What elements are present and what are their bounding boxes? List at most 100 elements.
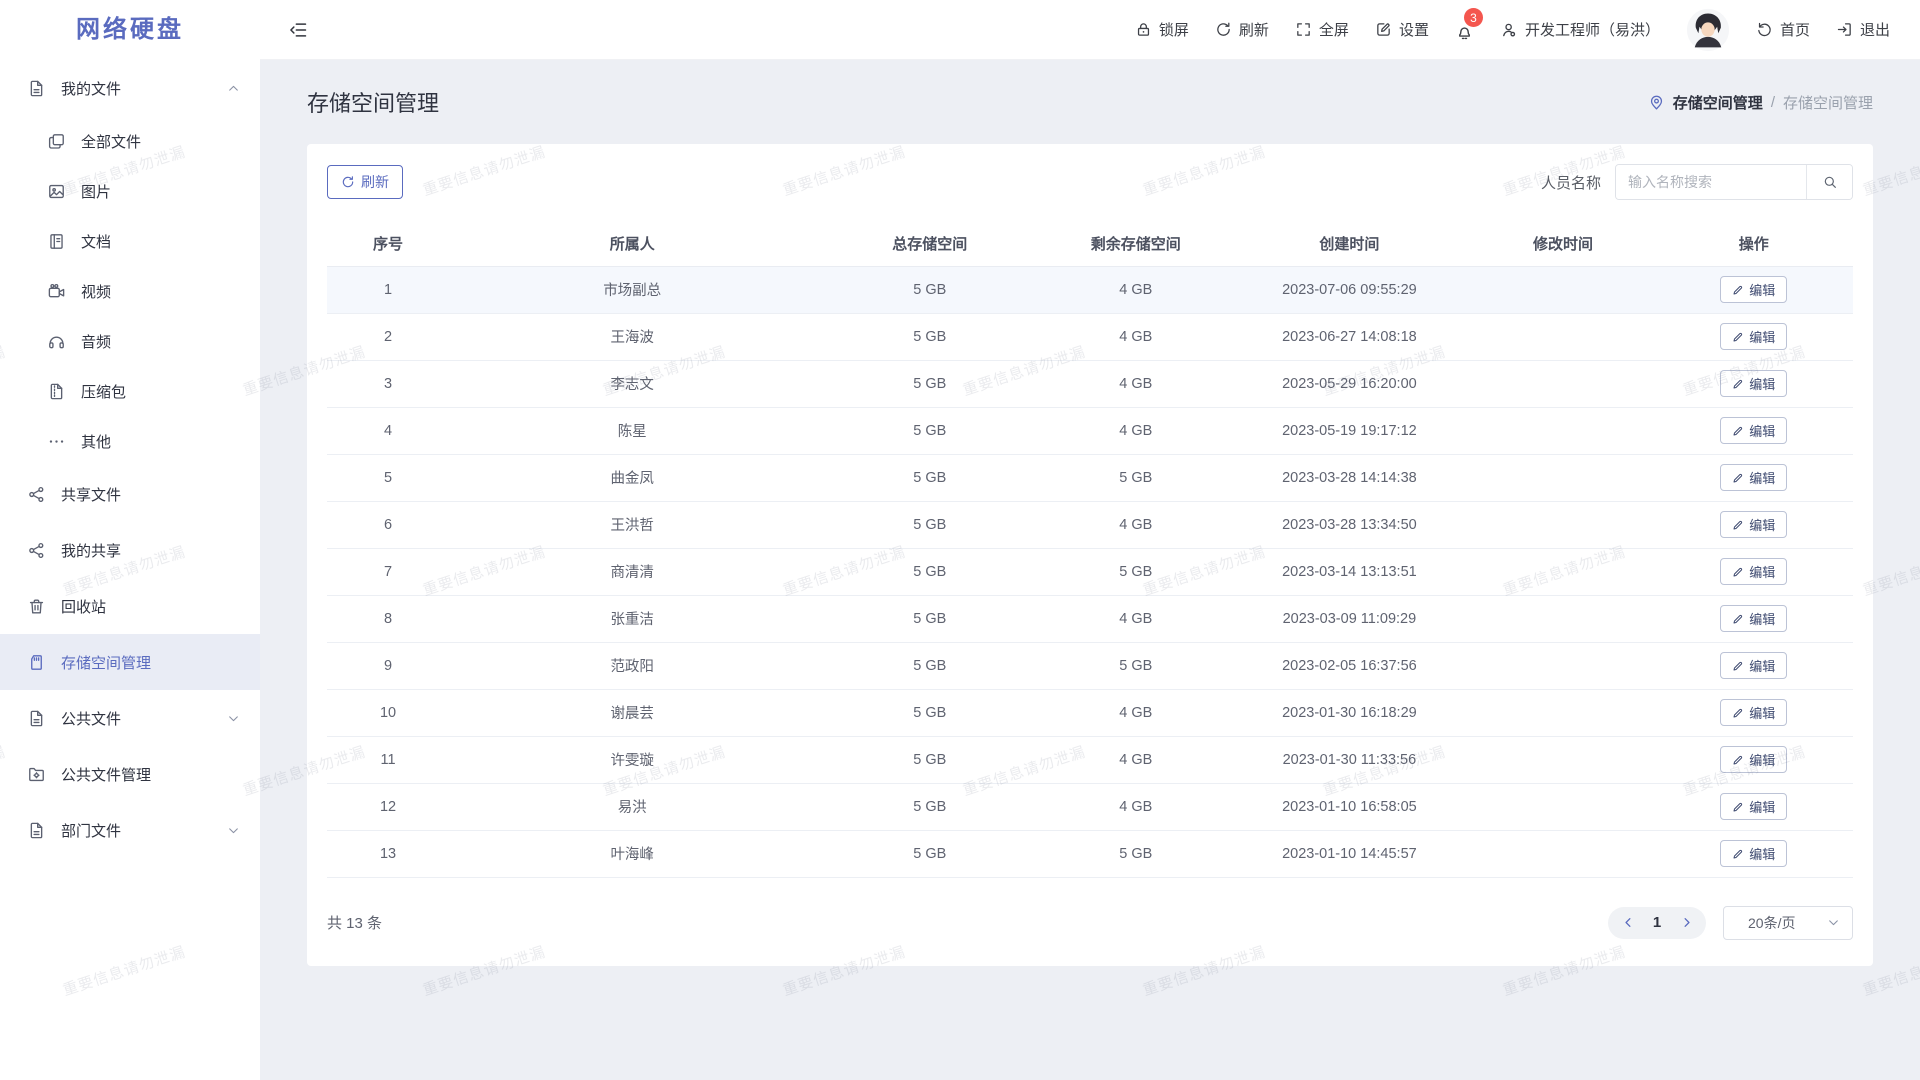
prev-page-button[interactable] bbox=[1614, 907, 1642, 939]
sidebar-item-7[interactable]: 其他 bbox=[0, 416, 260, 466]
page-header: 存储空间管理 存储空间管理 / 存储空间管理 bbox=[307, 60, 1873, 144]
search-button[interactable] bbox=[1806, 164, 1852, 200]
sidebar-item-label: 共享文件 bbox=[61, 484, 240, 505]
user-avatar[interactable] bbox=[1686, 8, 1730, 52]
sidebar-item-13[interactable]: 公共文件管理 bbox=[0, 746, 260, 802]
logout-button[interactable]: 退出 bbox=[1836, 19, 1890, 40]
cell-created-time: 2023-01-10 14:45:57 bbox=[1227, 830, 1471, 877]
cell-remaining-storage: 5 GB bbox=[1044, 642, 1227, 689]
sidebar-item-2[interactable]: 图片 bbox=[0, 166, 260, 216]
sidebar-item-5[interactable]: 音频 bbox=[0, 316, 260, 366]
search-input[interactable] bbox=[1616, 165, 1806, 199]
edit-button[interactable]: 编辑 bbox=[1720, 652, 1787, 679]
sidebar-item-12[interactable]: 公共文件 bbox=[0, 690, 260, 746]
refresh-page-label: 刷新 bbox=[1239, 19, 1269, 40]
edit-button-label: 编辑 bbox=[1749, 421, 1775, 440]
settings-button[interactable]: 设置 bbox=[1375, 19, 1429, 40]
cell-index: 3 bbox=[327, 360, 449, 407]
fullscreen-button[interactable]: 全屏 bbox=[1295, 19, 1349, 40]
pen-icon bbox=[1732, 566, 1744, 578]
zip-icon bbox=[46, 381, 66, 401]
pen-icon bbox=[1732, 284, 1744, 296]
cell-owner: 王海波 bbox=[449, 313, 815, 360]
cell-created-time: 2023-05-19 19:17:12 bbox=[1227, 407, 1471, 454]
next-page-button[interactable] bbox=[1672, 907, 1700, 939]
cell-remaining-storage: 4 GB bbox=[1044, 783, 1227, 830]
table-row: 2王海波5 GB4 GB2023-06-27 14:08:18编辑 bbox=[327, 313, 1853, 360]
logout-icon bbox=[1836, 21, 1853, 38]
sidebar-item-0[interactable]: 我的文件 bbox=[0, 60, 260, 116]
cell-index: 12 bbox=[327, 783, 449, 830]
cell-modified-time bbox=[1471, 266, 1654, 313]
sidebar-item-label: 存储空间管理 bbox=[61, 652, 240, 673]
edit-button[interactable]: 编辑 bbox=[1720, 464, 1787, 491]
chevron-down-icon bbox=[227, 712, 240, 725]
cell-total-storage: 5 GB bbox=[815, 689, 1044, 736]
page-size-select[interactable]: 20条/页 bbox=[1723, 906, 1853, 940]
edit-button[interactable]: 编辑 bbox=[1720, 370, 1787, 397]
cell-remaining-storage: 5 GB bbox=[1044, 548, 1227, 595]
cell-remaining-storage: 4 GB bbox=[1044, 360, 1227, 407]
edit-button[interactable]: 编辑 bbox=[1720, 746, 1787, 773]
edit-button[interactable]: 编辑 bbox=[1720, 511, 1787, 538]
user-role-button[interactable]: 开发工程师（易洪） bbox=[1500, 19, 1660, 40]
cell-actions: 编辑 bbox=[1655, 360, 1853, 407]
logout-label: 退出 bbox=[1860, 19, 1890, 40]
edit-button[interactable]: 编辑 bbox=[1720, 840, 1787, 867]
cell-modified-time bbox=[1471, 407, 1654, 454]
cell-index: 2 bbox=[327, 313, 449, 360]
sidebar-item-4[interactable]: 视频 bbox=[0, 266, 260, 316]
edit-button[interactable]: 编辑 bbox=[1720, 323, 1787, 350]
fullscreen-icon bbox=[1295, 21, 1312, 38]
cell-actions: 编辑 bbox=[1655, 266, 1853, 313]
edit-button[interactable]: 编辑 bbox=[1720, 699, 1787, 726]
pen-icon bbox=[1732, 801, 1744, 813]
cell-created-time: 2023-06-27 14:08:18 bbox=[1227, 313, 1471, 360]
edit-button-label: 编辑 bbox=[1749, 797, 1775, 816]
cell-owner: 商清清 bbox=[449, 548, 815, 595]
pagination: 1 20条/页 bbox=[1608, 906, 1853, 940]
user-icon bbox=[1500, 21, 1518, 39]
breadcrumb-current[interactable]: 存储空间管理 bbox=[1673, 92, 1763, 113]
notifications-button[interactable]: 3 bbox=[1455, 17, 1474, 42]
search-area: 人员名称 bbox=[1541, 164, 1853, 200]
pen-icon bbox=[1732, 754, 1744, 766]
collapse-sidebar-icon[interactable] bbox=[288, 20, 308, 40]
edit-button[interactable]: 编辑 bbox=[1720, 793, 1787, 820]
sidebar-item-10[interactable]: 回收站 bbox=[0, 578, 260, 634]
refresh-table-icon bbox=[341, 175, 355, 189]
cell-actions: 编辑 bbox=[1655, 595, 1853, 642]
app-logo[interactable]: 网络硬盘 bbox=[0, 0, 260, 60]
cell-modified-time bbox=[1471, 783, 1654, 830]
search-label: 人员名称 bbox=[1541, 172, 1601, 193]
edit-button[interactable]: 编辑 bbox=[1720, 417, 1787, 444]
sidebar-item-8[interactable]: 共享文件 bbox=[0, 466, 260, 522]
edit-button-label: 编辑 bbox=[1749, 703, 1775, 722]
home-button[interactable]: 首页 bbox=[1756, 19, 1810, 40]
cell-actions: 编辑 bbox=[1655, 501, 1853, 548]
sidebar-item-14[interactable]: 部门文件 bbox=[0, 802, 260, 858]
cell-remaining-storage: 4 GB bbox=[1044, 736, 1227, 783]
cell-modified-time bbox=[1471, 642, 1654, 689]
edit-button-label: 编辑 bbox=[1749, 280, 1775, 299]
app-layout: 网络硬盘 我的文件全部文件图片文档视频音频压缩包其他共享文件我的共享回收站存储空… bbox=[0, 0, 1920, 1080]
chevron-down-icon bbox=[1827, 916, 1840, 929]
lock-screen-button[interactable]: 锁屏 bbox=[1135, 19, 1189, 40]
table-toolbar: 刷新 人员名称 bbox=[327, 164, 1853, 200]
table-row: 6王洪哲5 GB4 GB2023-03-28 13:34:50编辑 bbox=[327, 501, 1853, 548]
sidebar-item-1[interactable]: 全部文件 bbox=[0, 116, 260, 166]
refresh-page-button[interactable]: 刷新 bbox=[1215, 19, 1269, 40]
edit-button[interactable]: 编辑 bbox=[1720, 605, 1787, 632]
refresh-table-button[interactable]: 刷新 bbox=[327, 165, 403, 199]
edit-button[interactable]: 编辑 bbox=[1720, 558, 1787, 585]
sidebar-item-3[interactable]: 文档 bbox=[0, 216, 260, 266]
search-icon bbox=[1822, 174, 1838, 190]
page-number[interactable]: 1 bbox=[1642, 914, 1672, 931]
sidebar-item-11[interactable]: 存储空间管理 bbox=[0, 634, 260, 690]
folder-manage-icon bbox=[26, 764, 46, 784]
sidebar-item-6[interactable]: 压缩包 bbox=[0, 366, 260, 416]
sidebar-item-9[interactable]: 我的共享 bbox=[0, 522, 260, 578]
pen-icon bbox=[1732, 425, 1744, 437]
edit-button[interactable]: 编辑 bbox=[1720, 276, 1787, 303]
cell-remaining-storage: 4 GB bbox=[1044, 313, 1227, 360]
